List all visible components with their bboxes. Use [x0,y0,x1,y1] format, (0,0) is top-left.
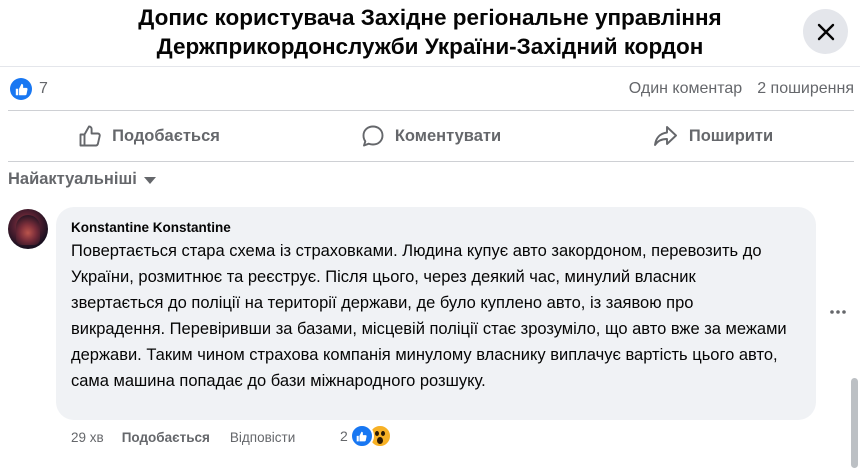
comment-text: Повертається стара схема із страховками.… [71,242,787,390]
comment-options-button[interactable] [826,300,850,324]
title-line-1: Допис користувача Західне регіональне уп… [138,5,722,30]
like-count[interactable]: 7 [39,80,48,98]
post-stats: 7 Один коментар 2 поширення [8,76,854,104]
share-count-link[interactable]: 2 поширення [757,80,854,98]
comment-bubble: Konstantine Konstantine Повертається ста… [56,207,816,420]
dialog-title: Допис користувача Західне регіональне уп… [60,3,800,61]
scrollbar[interactable] [851,378,858,468]
sort-label: Найактуальніші [8,170,137,188]
like-button-label: Подобається [112,126,220,145]
caret-down-icon [143,176,156,184]
comment-button-label: Коментувати [394,126,502,145]
dialog-header: Допис користувача Західне регіональне уп… [0,0,860,67]
comment-sort-dropdown[interactable]: Найактуальніші [8,170,157,189]
thumbs-up-icon [79,125,101,147]
share-icon [653,126,677,146]
comment-author[interactable]: Konstantine Konstantine [71,219,802,236]
like-icon [349,424,374,448]
title-line-2: Держприкордонслужби України-Західний кор… [156,34,704,59]
comment-button[interactable]: Коментувати [290,111,572,161]
comment-reply-button[interactable]: Відповісти [230,430,295,445]
like-reaction-icon[interactable] [10,78,32,100]
comment-icon [362,125,384,147]
more-horizontal-icon [830,310,846,314]
share-button[interactable]: Поширити [572,111,854,161]
reaction-count: 2 [340,428,348,444]
share-button-label: Поширити [688,126,774,145]
post-action-bar: Подобається Коментувати Поширити [8,110,854,162]
comment-reactions[interactable]: 2 [340,424,392,448]
close-button[interactable] [803,9,848,54]
comment-count-link[interactable]: Один коментар [629,80,742,98]
avatar[interactable] [8,209,48,249]
like-button[interactable]: Подобається [8,111,290,161]
comment-like-button[interactable]: Подобається [122,430,210,445]
comment-timestamp[interactable]: 29 хв [71,430,104,445]
close-icon [817,23,834,40]
comment-meta: 29 хв Подобається Відповісти [71,428,295,446]
